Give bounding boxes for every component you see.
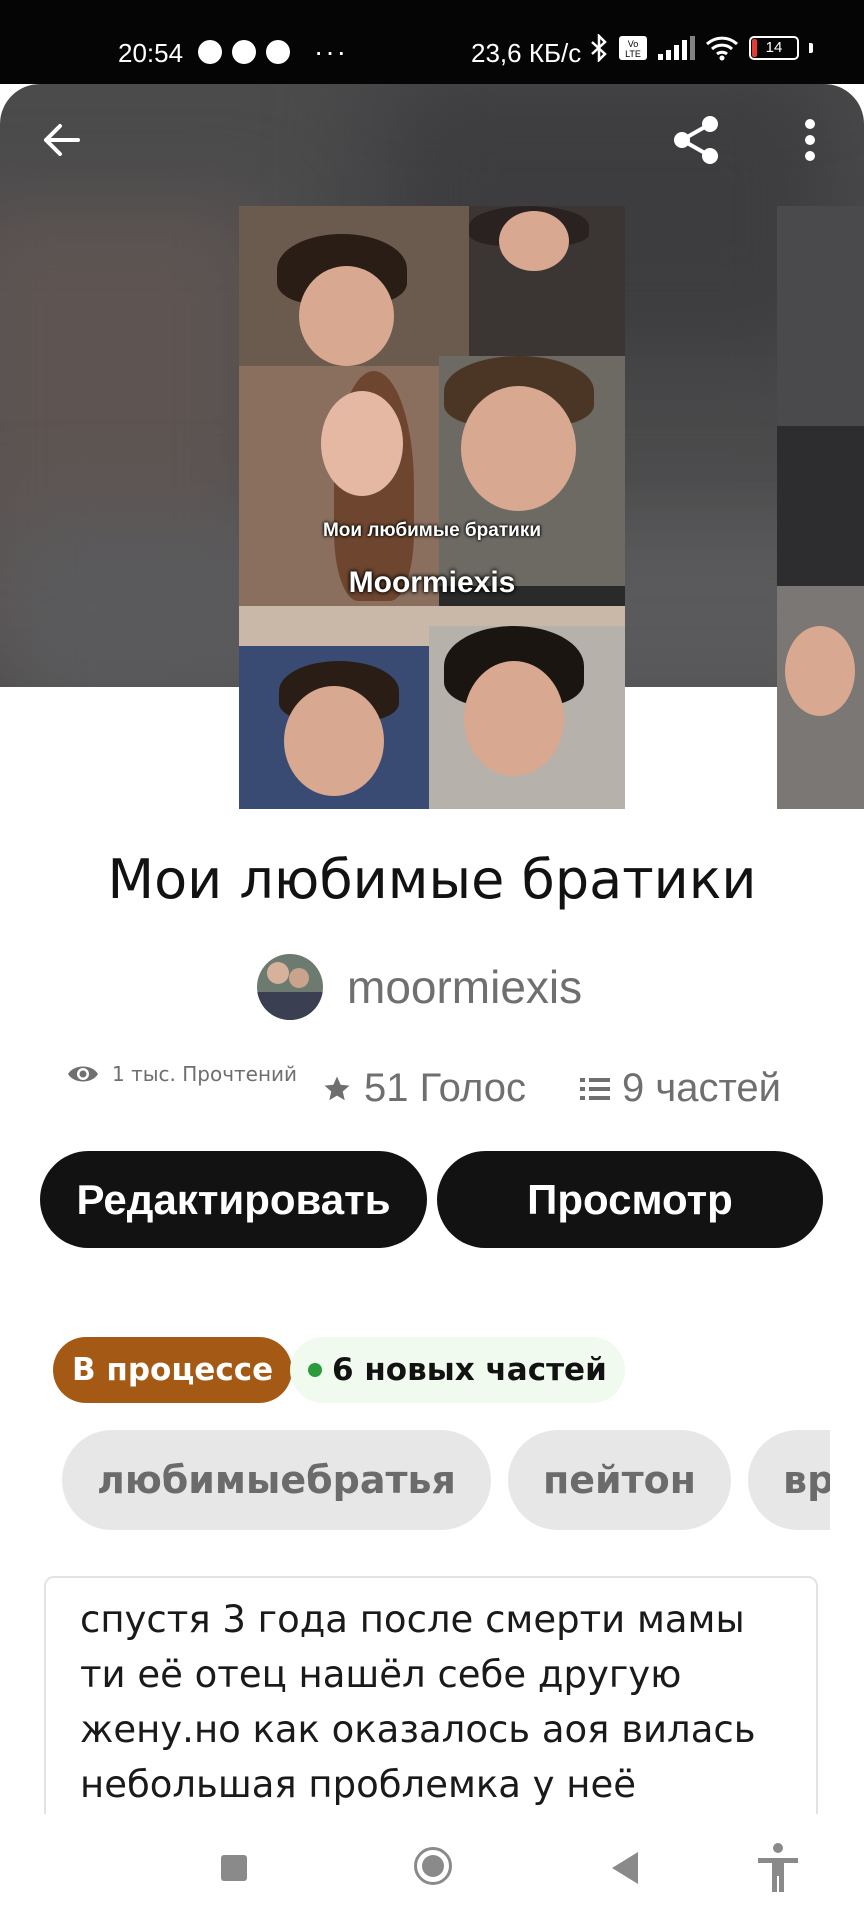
star-icon xyxy=(324,1076,350,1100)
next-story-cover[interactable] xyxy=(777,206,864,809)
parts-count: 9 частей xyxy=(622,1066,781,1110)
reads-stat: 1 тыс. Прочтений xyxy=(66,1062,297,1086)
home-circle-icon[interactable] xyxy=(414,1847,452,1885)
tag-list: любимыебратьяпейтонврачи xyxy=(62,1430,830,1530)
list-icon xyxy=(580,1077,610,1100)
story-title: Мои любимые братики xyxy=(107,848,757,911)
parts-stat: 9 частей xyxy=(580,1066,781,1111)
pinterest-icon xyxy=(232,40,256,64)
svg-text:Vo: Vo xyxy=(628,39,639,49)
in-progress-badge: В процессе xyxy=(53,1337,293,1403)
square-recents-icon[interactable] xyxy=(221,1855,247,1881)
votes-count: 51 Голос xyxy=(364,1066,526,1110)
signal-icon xyxy=(658,36,695,60)
reads-count: 1 тыс. Прочтений xyxy=(112,1062,298,1086)
author-avatar[interactable] xyxy=(257,954,323,1020)
battery-icon: 14 xyxy=(749,36,799,60)
network-speed: 23,6 КБ/с xyxy=(471,38,582,68)
author-row[interactable]: moormiexis xyxy=(257,954,582,1020)
tag-chip[interactable]: любимыебратья xyxy=(62,1430,491,1530)
cover-author: Moormiexis xyxy=(348,566,516,599)
status-bar: 20:54 ··· 23,6 КБ/с Vo LTE 14 xyxy=(0,0,864,84)
new-parts-badge: 6 новых частей xyxy=(290,1337,625,1403)
view-button[interactable]: Просмотр xyxy=(437,1151,823,1248)
description-text: спустя 3 года после смерти мамы ти её от… xyxy=(80,1598,756,1806)
heart-app-icon xyxy=(266,40,290,64)
cover-title: Мои любимые братики xyxy=(322,520,542,541)
battery-level: 14 xyxy=(765,39,783,56)
story-cover[interactable]: Мои любимые братики Moormiexis xyxy=(239,206,625,809)
tag-chip[interactable]: врачи xyxy=(748,1430,830,1530)
author-name[interactable]: moormiexis xyxy=(347,960,582,1014)
edit-button[interactable]: Редактировать xyxy=(40,1151,427,1248)
more-vertical-icon[interactable] xyxy=(780,110,840,170)
in-progress-label: В процессе xyxy=(72,1352,274,1388)
back-arrow-icon[interactable] xyxy=(32,110,92,170)
wifi-icon xyxy=(705,36,739,61)
volte-icon: VoLTE xyxy=(619,36,647,60)
votes-stat: 51 Голос xyxy=(322,1066,526,1111)
green-dot-icon xyxy=(308,1363,322,1377)
eye-icon xyxy=(68,1066,98,1082)
svg-text:LTE: LTE xyxy=(625,49,641,59)
system-icons: Vo LTE 14 xyxy=(590,34,813,62)
tag-chip[interactable]: пейтон xyxy=(507,1430,732,1530)
chat-bubble-icon xyxy=(198,40,222,64)
share-icon[interactable] xyxy=(666,110,726,170)
triangle-back-icon[interactable] xyxy=(612,1852,638,1884)
notification-icons: ··· xyxy=(198,36,348,68)
accessibility-icon[interactable] xyxy=(754,1842,802,1894)
bluetooth-icon xyxy=(591,34,607,62)
status-time: 20:54 xyxy=(118,38,184,68)
new-parts-label: 6 новых частей xyxy=(332,1352,607,1388)
more-dots-icon: ··· xyxy=(314,36,348,67)
